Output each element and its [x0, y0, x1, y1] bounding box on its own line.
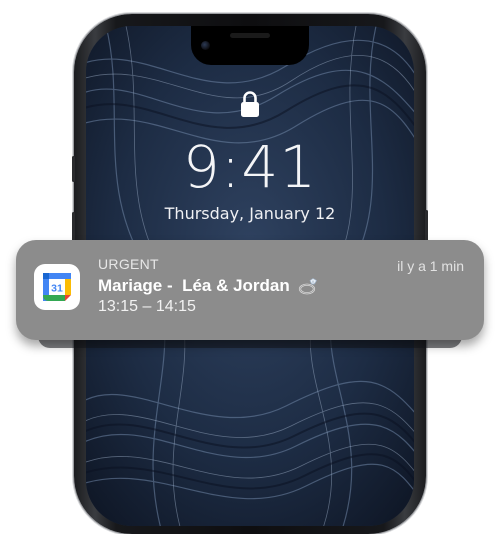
notification-subtitle: Mariage - Léa & Jordan: [98, 276, 318, 296]
ring-icon: [298, 278, 317, 295]
notification-subtitle-text: Mariage - Léa & Jordan: [98, 276, 290, 295]
notification-body: 13:15 – 14:15: [98, 298, 196, 315]
front-camera: [201, 41, 210, 50]
calendar-day-number: 31: [51, 283, 63, 295]
lock-screen-time: 9:41: [182, 133, 318, 201]
lock-screen-date: Thursday, January 12: [164, 204, 336, 223]
notch: [191, 26, 309, 65]
phone-side-button: [72, 156, 75, 182]
padlock-icon: [241, 91, 259, 117]
notification-title: URGENT: [98, 256, 159, 272]
speaker-grille: [230, 33, 270, 38]
calendar-notification[interactable]: 31 URGENT il y a 1 min Mariage - Léa & J…: [16, 240, 484, 340]
notification-timestamp: il y a 1 min: [397, 258, 464, 274]
google-calendar-icon: 31: [34, 264, 80, 310]
